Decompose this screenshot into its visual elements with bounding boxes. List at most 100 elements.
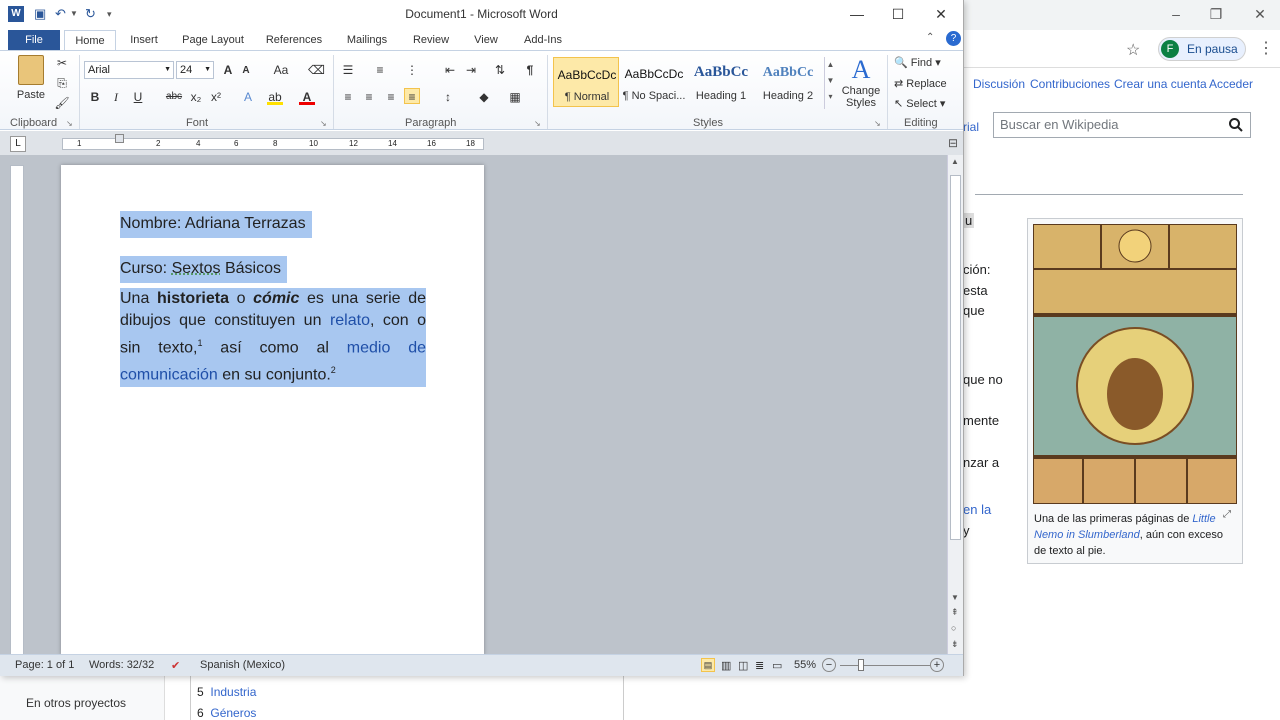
minimize-icon[interactable]: – (1166, 6, 1186, 22)
link-create-account[interactable]: Crear una cuenta (1114, 77, 1207, 91)
tab-home[interactable]: Home (64, 30, 116, 50)
strikethrough-icon[interactable]: abc (164, 89, 184, 105)
format-painter-icon[interactable]: 🖌 (54, 95, 70, 111)
vertical-ruler[interactable] (10, 165, 24, 655)
indent-marker[interactable] (115, 134, 124, 143)
style-heading-2[interactable]: AaBbCc Heading 2 (755, 57, 821, 107)
body-paragraph[interactable]: Una historieta o cómic es una serie de d… (120, 288, 426, 387)
tab-page-layout[interactable]: Page Layout (176, 30, 250, 50)
font-size-select[interactable]: 24 ▼ (176, 61, 214, 79)
dialog-launcher-icon[interactable]: ↘ (320, 119, 327, 128)
minimize-icon[interactable]: — (845, 5, 869, 23)
link-contributions[interactable]: Contribuciones (1030, 77, 1110, 91)
tab-add-ins[interactable]: Add-Ins (516, 30, 570, 50)
outline-icon[interactable]: ≣ (755, 659, 764, 672)
web-layout-icon[interactable]: ◫ (738, 659, 748, 672)
search-icon[interactable] (1228, 117, 1244, 133)
scroll-thumb[interactable] (950, 175, 961, 540)
link-login[interactable]: Acceder (1209, 77, 1253, 91)
print-layout-icon[interactable]: ▤ (701, 658, 715, 672)
cut-icon[interactable]: ✂ (54, 55, 70, 71)
decrease-indent-icon[interactable]: ⇤ (442, 62, 458, 78)
shading-icon[interactable]: ◆ (476, 89, 492, 105)
profile-button[interactable]: F En pausa (1158, 37, 1246, 61)
document-page[interactable]: Nombre: Adriana Terrazas Curso: Sextos B… (61, 165, 484, 655)
tab-mailings[interactable]: Mailings (338, 30, 396, 50)
shrink-font-icon[interactable]: A (238, 63, 254, 79)
style-normal[interactable]: AaBbCcDc ¶ Normal (553, 57, 619, 107)
ruler-scale[interactable]: 1 2 4 6 8 10 12 14 16 18 (62, 134, 484, 150)
superscript-icon[interactable]: x² (208, 89, 224, 105)
change-styles-button[interactable]: A Change Styles (840, 55, 882, 113)
close-icon[interactable]: ✕ (929, 5, 953, 23)
bookmark-star-icon[interactable]: ☆ (1126, 40, 1140, 60)
justify-icon[interactable]: ≡ (404, 88, 420, 104)
paste-button[interactable]: Paste (14, 55, 48, 107)
view-ruler-icon[interactable]: ⊟ (948, 136, 958, 150)
zoom-out-icon[interactable]: − (822, 658, 836, 672)
dialog-launcher-icon[interactable]: ↘ (874, 119, 881, 128)
align-center-icon[interactable]: ≡ (361, 89, 377, 105)
little-nemo-image[interactable] (1032, 223, 1238, 505)
tab-selector-icon[interactable]: L (10, 136, 26, 152)
bullets-icon[interactable]: ☰ (340, 62, 356, 78)
tab-references[interactable]: References (260, 30, 328, 50)
numbering-icon[interactable]: ≡ (372, 62, 388, 78)
zoom-level[interactable]: 55% (794, 659, 816, 671)
partial-link[interactable]: rial (963, 120, 979, 134)
tab-file[interactable]: File (8, 30, 60, 50)
multilevel-list-icon[interactable]: ⋮ (404, 62, 420, 78)
vertical-scrollbar[interactable]: ▲ ▼ ⇞ ○ ⇟ (947, 155, 963, 655)
grow-font-icon[interactable]: A (220, 62, 236, 78)
dialog-launcher-icon[interactable]: ↘ (66, 119, 73, 128)
copy-icon[interactable]: ⎘ (54, 75, 70, 91)
draft-icon[interactable]: ▭ (772, 659, 782, 672)
underline-icon[interactable]: U (130, 89, 146, 105)
font-color-icon[interactable]: A (299, 89, 315, 105)
subscript-icon[interactable]: x₂ (188, 89, 204, 105)
find-button[interactable]: 🔍 Find ▾ (894, 56, 941, 69)
browser-menu-icon[interactable]: ⋮ (1258, 38, 1274, 58)
scroll-up-icon[interactable]: ▲ (951, 157, 959, 166)
replace-button[interactable]: ⇄ Replace (894, 77, 947, 90)
zoom-slider[interactable] (840, 665, 930, 666)
article-fragment[interactable]: en la (963, 502, 991, 517)
align-right-icon[interactable]: ≡ (383, 89, 399, 105)
borders-icon[interactable]: ▦ (507, 89, 523, 105)
highlight-icon[interactable]: ab (267, 89, 283, 105)
toc-label[interactable]: Géneros (210, 706, 256, 720)
previous-page-icon[interactable]: ⇞ (951, 607, 959, 618)
clear-formatting-icon[interactable]: ⌫ (308, 62, 325, 78)
language[interactable]: Spanish (Mexico) (200, 659, 285, 671)
style-no-spacing[interactable]: AaBbCcDc ¶ No Spaci... (621, 57, 687, 107)
tab-review[interactable]: Review (406, 30, 456, 50)
next-page-icon[interactable]: ⇟ (951, 639, 959, 650)
change-case-icon[interactable]: Aa (270, 62, 292, 78)
name-line[interactable]: Nombre: Adriana Terrazas (120, 211, 312, 238)
toc-label[interactable]: Industria (210, 685, 256, 699)
tab-insert[interactable]: Insert (122, 30, 166, 50)
wikipedia-search-input[interactable]: Buscar en Wikipedia (993, 112, 1251, 138)
sort-icon[interactable]: ⇅ (492, 62, 508, 78)
show-formatting-icon[interactable]: ¶ (522, 62, 538, 78)
text-effects-icon[interactable]: A (240, 89, 256, 105)
scroll-down-icon[interactable]: ▼ (951, 593, 959, 602)
tab-view[interactable]: View (466, 30, 506, 50)
page-count[interactable]: Page: 1 of 1 (15, 659, 74, 671)
toc-item[interactable]: 5 Industria (197, 685, 256, 699)
dialog-launcher-icon[interactable]: ↘ (534, 119, 541, 128)
italic-icon[interactable]: I (108, 89, 124, 105)
restore-icon[interactable]: ❐ (1206, 6, 1226, 22)
styles-scroll-icon[interactable]: ▲ ▼ ▾ (824, 57, 836, 109)
zoom-in-icon[interactable]: + (930, 658, 944, 672)
close-icon[interactable]: ✕ (1250, 6, 1270, 22)
increase-indent-icon[interactable]: ⇥ (463, 62, 479, 78)
font-name-select[interactable]: Arial ▼ (84, 61, 174, 79)
word-count[interactable]: Words: 32/32 (89, 659, 154, 671)
zoom-slider-thumb[interactable] (858, 659, 864, 671)
full-screen-reading-icon[interactable]: ▥ (721, 659, 731, 672)
help-icon[interactable]: ? (946, 31, 961, 46)
maximize-icon[interactable]: ☐ (886, 5, 910, 23)
style-heading-1[interactable]: AaBbCc Heading 1 (688, 57, 754, 107)
line-spacing-icon[interactable]: ↕ (440, 89, 456, 105)
